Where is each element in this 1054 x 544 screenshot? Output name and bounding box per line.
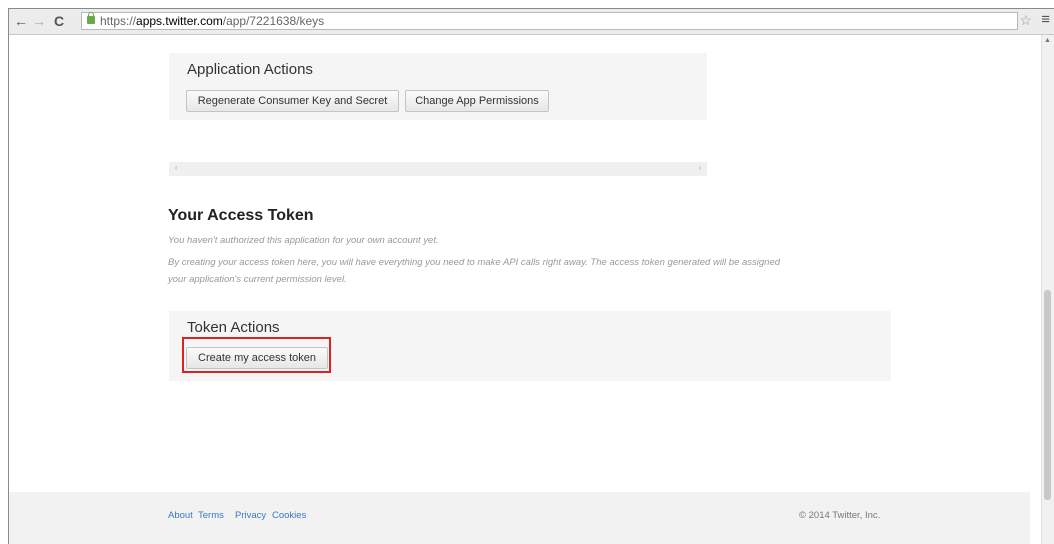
reload-icon[interactable]: C xyxy=(51,13,67,29)
address-bar[interactable]: https://apps.twitter.com/app/7221638/key… xyxy=(81,12,1018,30)
change-app-permissions-button[interactable]: Change App Permissions xyxy=(405,90,549,112)
browser-toolbar: ← → C https://apps.twitter.com/app/72216… xyxy=(9,9,1054,35)
browser-menu-icon[interactable]: ≡ xyxy=(1041,11,1050,28)
vertical-scrollbar[interactable]: ▲ xyxy=(1041,35,1054,544)
back-arrow-icon[interactable]: ← xyxy=(13,13,29,29)
footer-link-privacy[interactable]: Privacy xyxy=(235,510,266,521)
horizontal-scrollbar[interactable]: ‹ › xyxy=(169,162,707,176)
bookmark-star-icon[interactable]: ☆ xyxy=(1019,12,1032,29)
highlight-box xyxy=(182,337,331,373)
scroll-up-icon[interactable]: ▲ xyxy=(1044,37,1051,44)
scrollbar-thumb[interactable] xyxy=(1044,290,1051,500)
page-content: Application Actions Regenerate Consumer … xyxy=(9,35,1042,544)
url-host: apps.twitter.com xyxy=(136,14,223,28)
url-path: /app/7221638/keys xyxy=(222,14,325,28)
not-authorized-text: You haven't authorized this application … xyxy=(168,235,439,246)
access-token-description-line1: By creating your access token here, you … xyxy=(168,257,781,268)
token-actions-title: Token Actions xyxy=(187,319,280,336)
scroll-left-icon[interactable]: ‹ xyxy=(175,162,177,176)
browser-window: ← → C https://apps.twitter.com/app/72216… xyxy=(8,8,1054,544)
page-footer: About Terms Privacy Cookies © 2014 Twitt… xyxy=(9,492,1030,544)
regenerate-consumer-key-button[interactable]: Regenerate Consumer Key and Secret xyxy=(186,90,399,112)
access-token-heading: Your Access Token xyxy=(168,207,314,224)
access-token-description-line2: your application's current permission le… xyxy=(168,274,347,285)
application-actions-title: Application Actions xyxy=(187,61,313,78)
url-scheme: https:// xyxy=(100,14,137,28)
forward-arrow-icon[interactable]: → xyxy=(31,13,47,29)
copyright-text: © 2014 Twitter, Inc. xyxy=(799,510,881,521)
application-actions-panel: Application Actions Regenerate Consumer … xyxy=(169,53,707,120)
footer-link-terms[interactable]: Terms xyxy=(198,510,224,521)
scroll-right-icon[interactable]: › xyxy=(699,162,701,176)
footer-link-about[interactable]: About xyxy=(168,510,193,521)
footer-link-cookies[interactable]: Cookies xyxy=(272,510,306,521)
lock-icon xyxy=(87,12,95,24)
url-text[interactable]: https://apps.twitter.com/app/7221638/key… xyxy=(100,13,324,29)
